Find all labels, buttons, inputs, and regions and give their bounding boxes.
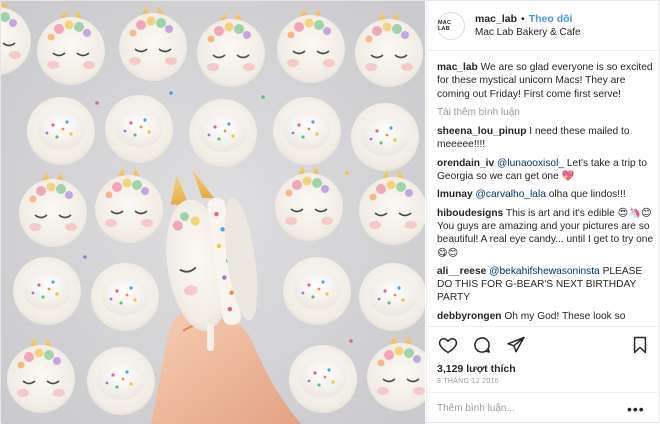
comment-text: Oh my God! These look so [504, 310, 626, 322]
separator-dot: • [521, 12, 525, 25]
location-link[interactable]: Mac Lab Bakery & Cafe [475, 26, 581, 40]
comment-mention[interactable]: @lunaooxisol_ [497, 158, 564, 169]
post-date[interactable]: 8 THÁNG 12 2016 [437, 378, 651, 385]
heart-icon[interactable] [437, 334, 459, 356]
avatar[interactable]: MAC LAB [437, 11, 465, 40]
caption: mac_lab We are so glad everyone is so ex… [437, 61, 655, 101]
share-icon[interactable] [505, 334, 527, 356]
comment-text: olha que lindos!!! [548, 189, 626, 201]
instagram-post: MAC LAB mac_lab • Theo dõi Mac Lab Baker… [0, 0, 660, 424]
comment-mention[interactable]: @carvalho_lala [476, 189, 546, 200]
follow-button[interactable]: Theo dõi [529, 12, 573, 26]
add-comment-bar: ••• [427, 392, 660, 424]
comment-icon[interactable] [471, 334, 493, 356]
post-photo[interactable] [1, 1, 425, 424]
bookmark-icon[interactable] [629, 334, 651, 356]
comment-item: sheena_lou_pinup I need these mailed to … [437, 125, 655, 152]
comment-item: ali__reese @bekahifshewasoninsta PLEASE … [437, 265, 655, 305]
post-actions: 3,129 lượt thích 8 THÁNG 12 2016 [427, 326, 660, 385]
comment-mention[interactable]: @bekahifshewasoninsta [489, 266, 600, 277]
comment-username[interactable]: ali__reese [437, 266, 486, 277]
comment-username[interactable]: sheena_lou_pinup [437, 126, 526, 137]
username-link[interactable]: mac_lab [475, 12, 517, 26]
comment-username[interactable]: hiboudesigns [437, 208, 503, 219]
header-text: mac_lab • Theo dõi Mac Lab Bakery & Cafe [475, 12, 581, 40]
post-side-panel: MAC LAB mac_lab • Theo dõi Mac Lab Baker… [426, 1, 660, 424]
comment-item: lmunay @carvalho_lala olha que lindos!!! [437, 188, 655, 201]
comment-username[interactable]: lmunay [437, 189, 473, 200]
comment-item: hiboudesigns This is art and it's edible… [437, 207, 655, 260]
caption-username[interactable]: mac_lab [437, 62, 478, 73]
post-header: MAC LAB mac_lab • Theo dõi Mac Lab Baker… [427, 1, 660, 51]
comment-item: debbyrongen Oh my God! These look so [437, 310, 655, 323]
comment-username[interactable]: debbyrongen [437, 311, 502, 322]
unicorn-macarons-image [1, 1, 425, 424]
comment-item: orendain_iv @lunaooxisol_ Let's take a t… [437, 157, 655, 184]
more-options-icon[interactable]: ••• [627, 401, 645, 417]
comment-username[interactable]: orendain_iv [437, 158, 494, 169]
header-row: mac_lab • Theo dõi [475, 12, 581, 26]
action-icons-row [437, 333, 651, 357]
likes-count[interactable]: 3,129 lượt thích [437, 363, 651, 375]
comments-list[interactable]: mac_lab We are so glad everyone is so ex… [437, 61, 655, 326]
add-comment-input[interactable] [437, 403, 627, 414]
load-more-comments-button[interactable]: Tải thêm bình luận [437, 106, 655, 119]
